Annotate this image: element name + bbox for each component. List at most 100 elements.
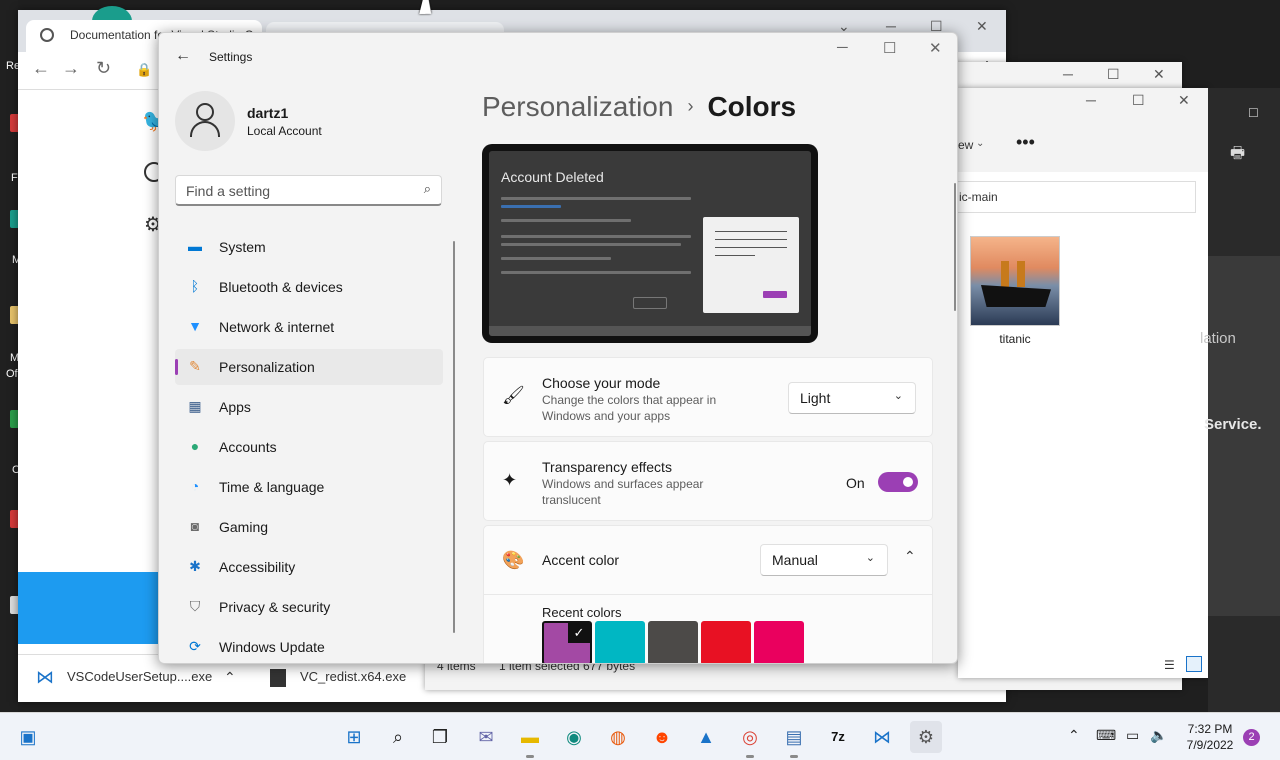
sidebar-item-bluetooth[interactable]: ᛒ Bluetooth & devices: [175, 269, 443, 305]
firefox-icon[interactable]: ◍: [602, 721, 634, 753]
chevron-up-icon[interactable]: ⌃: [224, 669, 236, 686]
start-icon[interactable]: ⊞: [338, 721, 370, 753]
vscode-icon[interactable]: ⋈: [866, 721, 898, 753]
widgets-icon[interactable]: ▣: [12, 721, 44, 753]
preview-dialog-line: [715, 247, 787, 248]
sidebar-item-label: Bluetooth & devices: [219, 279, 343, 295]
page-title: Colors: [707, 91, 797, 122]
mode-title: Choose your mode: [542, 375, 661, 391]
settings-nav: ▬ System ᛒ Bluetooth & devices ▼ Network…: [175, 229, 443, 663]
breadcrumb-parent[interactable]: Personalization: [482, 91, 673, 122]
explorer-header: ─ ☐ ✕ ew ⌄ •••: [958, 88, 1208, 172]
task-view-icon[interactable]: ❐: [424, 721, 456, 753]
theme-preview: Account Deleted: [482, 144, 818, 343]
address-bar[interactable]: ic-main: [954, 181, 1196, 213]
chevron-up-icon[interactable]: ⌃: [1068, 727, 1080, 744]
installer-icon[interactable]: ▤: [778, 721, 810, 758]
sidebar-item-privacy[interactable]: ⛉ Privacy & security: [175, 589, 443, 625]
explorer-window: ─ ☐ ✕ ew ⌄ ••• ic-main titanic ☰: [954, 88, 1208, 678]
sidebar-item-system[interactable]: ▬ System: [175, 229, 443, 265]
file-name[interactable]: titanic: [970, 332, 1060, 346]
minimize-icon[interactable]: ─: [1086, 92, 1096, 108]
sidebar-item-label: Apps: [219, 399, 251, 415]
forward-icon[interactable]: →: [62, 58, 80, 79]
recent-color-swatch[interactable]: ✓: [542, 621, 592, 663]
sidebar-item-windows-update[interactable]: ⟳ Windows Update: [175, 629, 443, 663]
keyboard-icon[interactable]: ⌨: [1096, 727, 1116, 744]
maximize-icon[interactable]: ☐: [1248, 106, 1259, 120]
preview-dialog-line: [715, 231, 787, 232]
sidebar-item-time-language[interactable]: ◔ Time & language: [175, 469, 443, 505]
content-scrollbar[interactable]: [954, 183, 956, 311]
close-icon[interactable]: ✕: [1178, 92, 1190, 109]
mode-dropdown[interactable]: Light ⌄: [788, 382, 916, 414]
minimize-icon[interactable]: ─: [1063, 66, 1073, 82]
download-item-name[interactable]: VC_redist.x64.exe: [300, 669, 406, 684]
chrome-icon[interactable]: ◎: [734, 721, 766, 758]
details-view-icon[interactable]: ☰: [1164, 658, 1175, 672]
back-icon[interactable]: ←: [32, 58, 50, 79]
sidebar-item-network[interactable]: ▼ Network & internet: [175, 309, 443, 345]
recent-color-swatch[interactable]: [701, 621, 751, 663]
preview-taskbar: [489, 326, 811, 336]
lock-icon: 🔒: [136, 62, 153, 77]
file-explorer-icon[interactable]: ▬: [514, 721, 546, 758]
mode-card: 🖌 Choose your mode Change the colors tha…: [483, 357, 933, 437]
sidebar-item-accounts[interactable]: ● Accounts: [175, 429, 443, 465]
photos-icon[interactable]: ▲: [690, 721, 722, 753]
sidebar-item-apps[interactable]: ▦ Apps: [175, 389, 443, 425]
background-text: Service.: [1204, 416, 1262, 433]
accent-dropdown[interactable]: Manual ⌄: [760, 544, 888, 576]
download-item-name[interactable]: VSCodeUserSetup....exe: [67, 669, 212, 684]
preview-line: [501, 219, 631, 222]
transparency-toggle[interactable]: [878, 472, 918, 492]
back-arrow-icon[interactable]: ←: [175, 47, 191, 65]
sparkle-icon: ✦: [502, 470, 518, 490]
print-icon[interactable]: 🖶: [1230, 142, 1245, 169]
search-box[interactable]: ⌕: [175, 175, 442, 206]
close-icon[interactable]: ✕: [976, 18, 988, 35]
nav-scrollbar[interactable]: [453, 241, 455, 633]
search-input[interactable]: [186, 182, 406, 200]
bluetooth-icon: ᛒ: [190, 278, 200, 294]
page-banner: [18, 572, 168, 644]
settings-app-icon[interactable]: ⚙: [910, 721, 942, 753]
maximize-icon[interactable]: ☐: [1132, 92, 1145, 109]
chevron-down-icon[interactable]: ⌄: [976, 138, 984, 149]
sidebar-item-label: Network & internet: [219, 319, 335, 335]
edge-icon[interactable]: ◉: [558, 721, 590, 753]
recent-color-swatch[interactable]: [595, 621, 645, 663]
7zip-icon[interactable]: 7z: [822, 721, 854, 753]
globe-clock-icon: ◔: [190, 478, 200, 494]
reload-icon[interactable]: ↻: [96, 58, 111, 79]
sidebar-item-personalization[interactable]: ✎ Personalization: [175, 349, 443, 385]
notification-badge[interactable]: 2: [1243, 729, 1260, 746]
close-icon[interactable]: ✕: [929, 39, 942, 57]
sidebar-item-label: Gaming: [219, 519, 269, 535]
recent-color-swatch[interactable]: [754, 621, 804, 663]
chevron-up-icon[interactable]: ⌃: [904, 548, 916, 565]
maximize-icon[interactable]: ☐: [883, 39, 896, 57]
reddit-icon[interactable]: ☻: [646, 721, 678, 753]
network-icon[interactable]: ▭: [1126, 727, 1139, 744]
background-text: lation: [1200, 330, 1236, 347]
preview-line: [501, 257, 611, 260]
settings-window: ← Settings ─ ☐ ✕ dartz1 Local Account ⌕ …: [158, 32, 958, 664]
more-options-icon[interactable]: •••: [1016, 132, 1035, 153]
search-icon[interactable]: ⌕: [424, 181, 431, 197]
file-thumbnail[interactable]: [970, 236, 1060, 326]
recent-color-swatch[interactable]: [648, 621, 698, 663]
chat-icon[interactable]: ✉: [470, 721, 502, 753]
minimize-icon[interactable]: ─: [837, 39, 848, 56]
maximize-icon[interactable]: ☐: [1107, 66, 1120, 83]
sidebar-item-gaming[interactable]: ◙ Gaming: [175, 509, 443, 545]
view-menu-label[interactable]: ew: [958, 138, 973, 152]
volume-icon[interactable]: 🔈: [1150, 727, 1167, 744]
person-body: [190, 121, 220, 137]
close-icon[interactable]: ✕: [1153, 66, 1165, 83]
tiles-view-icon[interactable]: [1186, 656, 1202, 672]
clock[interactable]: 7:32 PM 7/9/2022: [1180, 721, 1240, 753]
search-icon[interactable]: ⌕: [382, 721, 414, 753]
sidebar-item-accessibility[interactable]: ✱ Accessibility: [175, 549, 443, 585]
avatar[interactable]: [175, 91, 235, 151]
